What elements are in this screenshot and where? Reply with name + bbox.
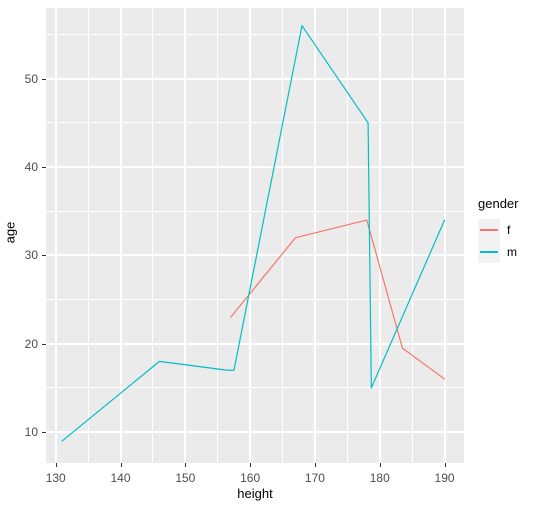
legend-item-label: m	[507, 245, 517, 259]
legend-line-icon	[480, 229, 498, 231]
y-tick-label: 10	[24, 425, 38, 440]
legend-key-swatch	[478, 241, 500, 263]
y-tick-label: 40	[24, 160, 38, 175]
y-tick-label: 20	[24, 336, 38, 351]
x-axis-title: height	[46, 486, 464, 501]
x-tick-mark	[120, 463, 122, 467]
x-tick-label: 170	[304, 471, 325, 485]
legend-item-label: f	[507, 223, 511, 237]
x-axis-title-text: height	[237, 486, 273, 501]
x-tick-label: 150	[175, 471, 196, 485]
y-tick-label: 50	[24, 71, 38, 86]
legend-title: gender	[478, 196, 519, 211]
data-series-layer	[61, 25, 446, 442]
x-tick-mark	[55, 463, 57, 467]
x-tick-label: 140	[110, 471, 131, 485]
x-tick-label: 190	[434, 471, 455, 485]
x-tick-label: 160	[240, 471, 261, 485]
plot-panel	[46, 8, 464, 463]
y-axis-title: age	[2, 0, 18, 465]
x-tick-mark	[250, 463, 252, 467]
legend-item-f[interactable]: f	[478, 219, 518, 241]
x-tick-mark	[379, 463, 381, 467]
legend: gender fm	[478, 196, 518, 263]
x-tick-mark	[444, 463, 446, 467]
x-tick-label: 180	[369, 471, 390, 485]
series-line-f	[230, 219, 446, 380]
x-tick-mark	[185, 463, 187, 467]
legend-key-swatch	[478, 219, 500, 241]
legend-line-icon	[480, 251, 498, 253]
legend-items: fm	[478, 219, 518, 263]
series-line-m	[61, 25, 446, 442]
y-tick-label: 30	[24, 248, 38, 263]
y-axis-title-text: age	[2, 221, 18, 244]
legend-item-m[interactable]: m	[478, 241, 518, 263]
ggplot-chart: age 10 20 30 40 50 130 140 150 160 170 180 190 hei…	[0, 0, 545, 511]
x-tick-label: 130	[45, 471, 66, 485]
x-tick-mark	[314, 463, 316, 467]
